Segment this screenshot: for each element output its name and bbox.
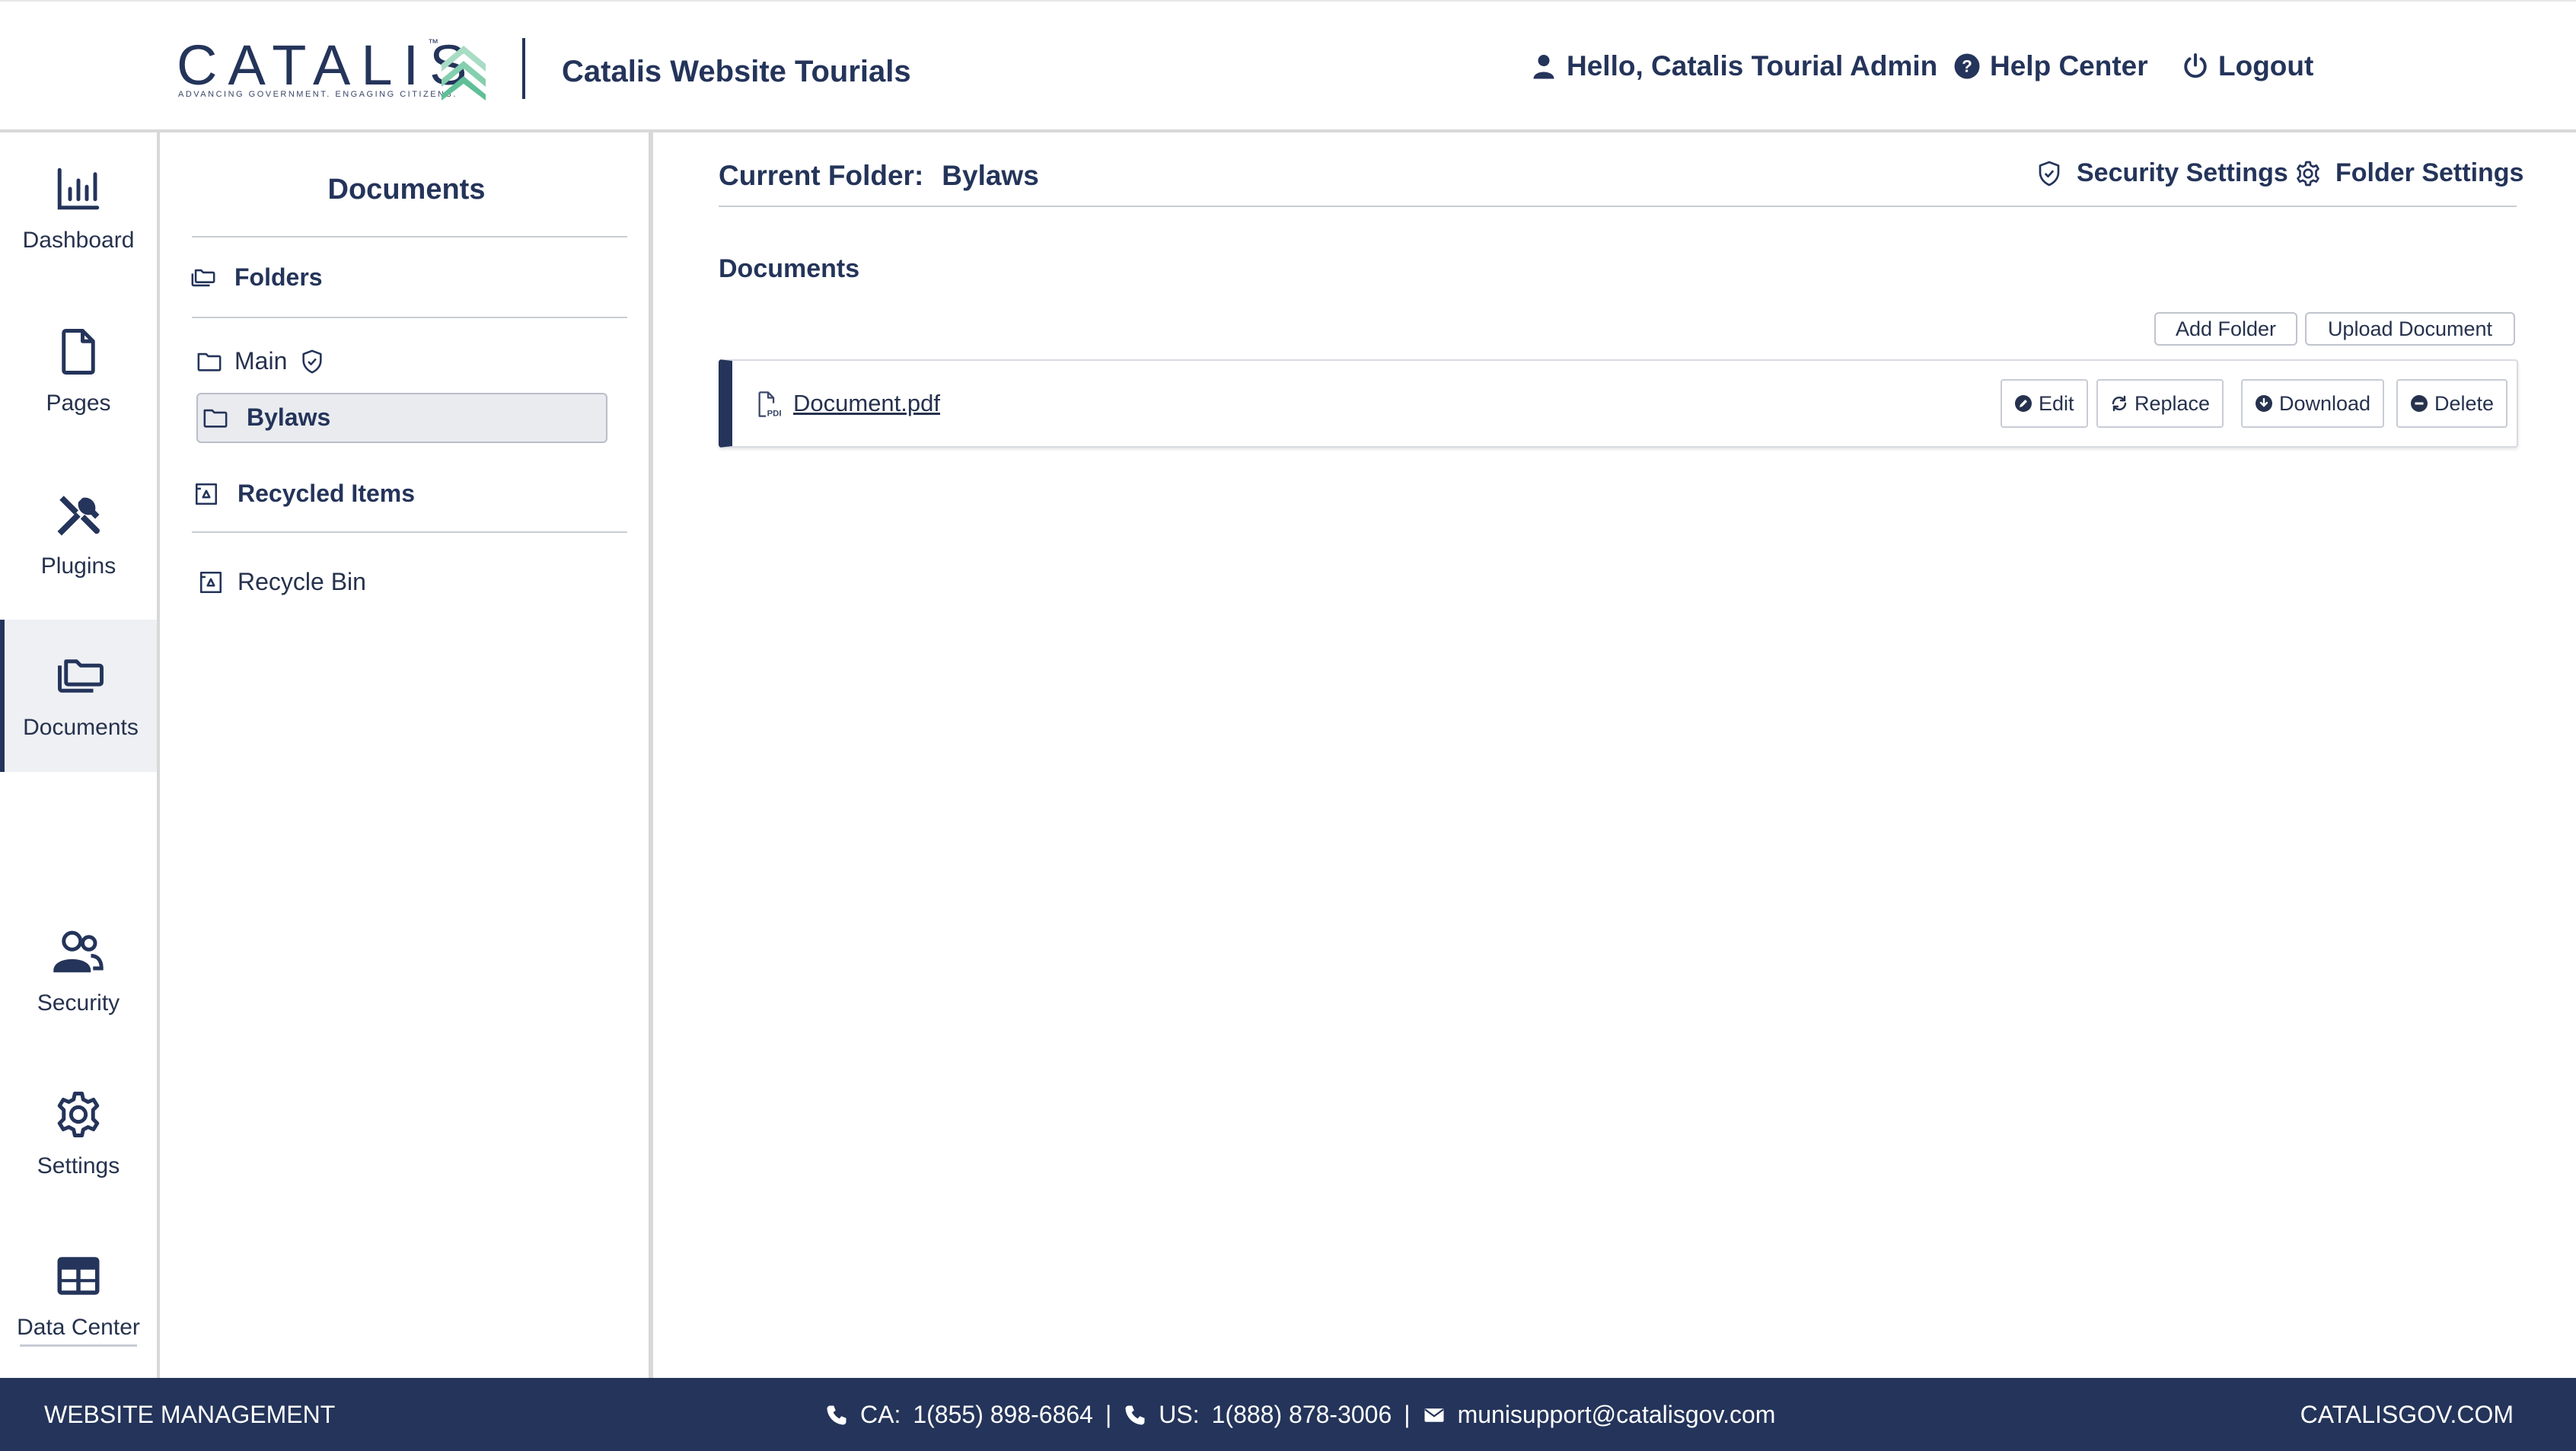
folder-settings-link[interactable]: Folder Settings (2294, 158, 2523, 188)
folder-icon (203, 409, 228, 428)
minus-circle-icon (2411, 395, 2428, 412)
current-folder: Current Folder: Bylaws (719, 160, 1039, 191)
folders-icon (191, 269, 215, 286)
logout-link[interactable]: Logout (2182, 50, 2313, 82)
folder-item-main[interactable]: Main (196, 347, 325, 375)
tools-icon (57, 496, 100, 536)
refresh-icon (2112, 395, 2127, 412)
support-email[interactable]: munisupport@catalisgov.com (1458, 1401, 1776, 1429)
main-content: Current Folder: Bylaws Security Settings … (658, 132, 2576, 1378)
user-greeting[interactable]: Hello, Catalis Tourial Admin (1530, 50, 1937, 82)
folder-icon (197, 352, 222, 372)
user-icon (1533, 55, 1554, 79)
logo-tagline: ADVANCING GOVERNMENT. ENGAGING CITIZENS. (178, 90, 457, 99)
recycled-items-heading: Recycled Items (193, 480, 415, 508)
page-icon (62, 329, 95, 375)
upload-document-button[interactable]: Upload Document (2305, 312, 2515, 346)
current-folder-value: Bylaws (942, 160, 1039, 191)
delete-button[interactable]: Delete (2396, 379, 2508, 428)
svg-text:?: ? (1962, 57, 1972, 76)
footer-site-link[interactable]: CATALISGOV.COM (2300, 1401, 2514, 1429)
nav-item-pages[interactable]: Pages (0, 295, 157, 448)
top-header: CATALIS ™ ADVANCING GOVERNMENT. ENGAGING… (0, 0, 2576, 132)
chevrons-logo-icon (442, 46, 486, 100)
recycle-bin-item[interactable]: Recycle Bin (198, 568, 366, 596)
add-folder-button[interactable]: Add Folder (2154, 312, 2297, 346)
nav-item-data-center[interactable]: Data Center (0, 1220, 157, 1372)
table-icon (57, 1257, 100, 1295)
download-icon (2256, 395, 2272, 412)
left-nav: Dashboard Pages Plugins Documents Securi… (0, 132, 160, 1378)
pdf-file-icon: PDF (758, 391, 781, 419)
documents-heading: Documents (719, 254, 860, 283)
header-divider (522, 38, 525, 99)
document-link[interactable]: Document.pdf (793, 390, 940, 417)
nav-item-settings[interactable]: Settings (0, 1058, 157, 1210)
phone-icon (827, 1405, 846, 1424)
gear-icon (57, 1092, 100, 1137)
download-button[interactable]: Download (2241, 379, 2385, 428)
shield-check-icon (302, 349, 322, 373)
edit-button[interactable]: Edit (2001, 379, 2088, 428)
documents-panel: Documents Folders Main Bylaws Recycled I… (160, 132, 653, 1378)
edit-icon (2015, 395, 2032, 412)
footer-contact: CA: 1(855) 898-6864 | US: 1(888) 878-300… (825, 1401, 1775, 1429)
power-icon (2184, 53, 2207, 78)
help-circle-icon: ? (1954, 53, 1980, 79)
folders-icon (58, 659, 104, 693)
replace-button[interactable]: Replace (2096, 379, 2224, 428)
bar-chart-icon (57, 167, 100, 210)
shield-check-icon (2039, 161, 2060, 186)
gear-icon (2297, 161, 2319, 186)
nav-item-plugins[interactable]: Plugins (0, 458, 157, 611)
main-divider (719, 206, 2517, 207)
panel-title: Documents (327, 174, 486, 206)
us-phone[interactable]: 1(888) 878-3006 (1212, 1401, 1392, 1429)
nav-item-dashboard[interactable]: Dashboard (0, 132, 157, 285)
recycle-bin-icon (199, 571, 222, 593)
footer: WEBSITE MANAGEMENT CA: 1(855) 898-6864 |… (0, 1378, 2576, 1451)
app-title: Catalis Website Tourials (562, 55, 911, 88)
document-row: PDF Document.pdf Edit Replace Download D… (719, 359, 2518, 448)
svg-text:PDF: PDF (767, 410, 781, 419)
footer-left: WEBSITE MANAGEMENT (44, 1401, 336, 1428)
phone-icon (1125, 1405, 1145, 1424)
nav-item-documents[interactable]: Documents (0, 620, 157, 772)
nav-item-security[interactable]: Security (0, 895, 157, 1048)
security-settings-link[interactable]: Security Settings (2036, 158, 2288, 188)
folder-item-bylaws-label[interactable]: Bylaws (202, 403, 330, 432)
folders-heading: Folders (190, 263, 323, 292)
help-center-link[interactable]: ? Help Center (1953, 50, 2148, 82)
envelope-icon (1424, 1408, 1444, 1422)
recycle-bin-icon (195, 483, 218, 505)
ca-phone[interactable]: 1(855) 898-6864 (913, 1401, 1093, 1429)
catalis-logo[interactable]: CATALIS ™ ADVANCING GOVERNMENT. ENGAGING… (177, 35, 489, 104)
users-icon (53, 930, 104, 973)
